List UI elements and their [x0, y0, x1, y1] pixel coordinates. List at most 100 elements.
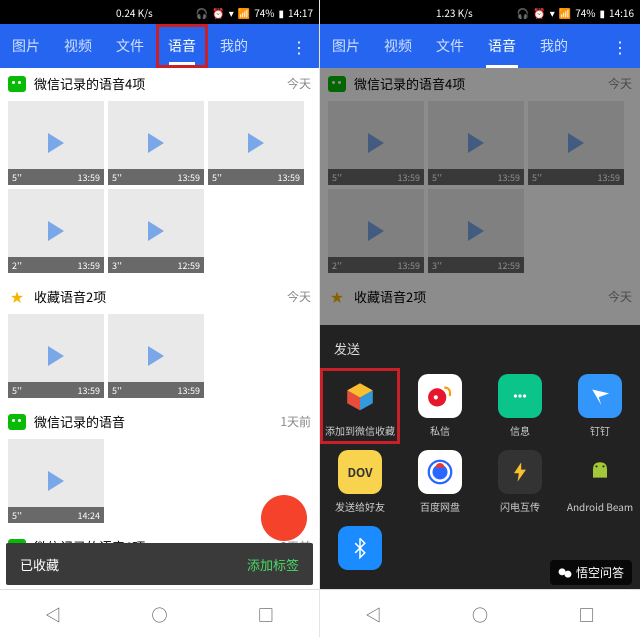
wukong-logo-icon — [558, 566, 572, 580]
nav-home[interactable]: ○ — [472, 602, 488, 626]
weibo-icon — [418, 374, 462, 418]
clock: 14:17 — [288, 5, 313, 20]
share-target[interactable] — [320, 520, 400, 581]
share-sheet: 发送 添加到微信收藏 私信 信息 钉钉 DOV发送给好友百度网盘 闪电互传 Android … — [320, 325, 640, 589]
section-header[interactable]: 微信记录的语音4项今天 — [0, 68, 319, 99]
share-target[interactable]: 百度网盘 — [400, 444, 480, 520]
clock: 14:16 — [609, 5, 634, 20]
tab-file[interactable]: 文件 — [424, 24, 476, 68]
section-date: 今天 — [287, 75, 311, 92]
wechat-icon — [8, 414, 26, 430]
share-target[interactable]: 闪电互传 — [480, 444, 560, 520]
audio-thumb[interactable]: 5'' 13:59 — [8, 101, 104, 185]
thumb-duration: 3'' — [112, 259, 122, 272]
net-speed: 1.23 K/s — [326, 5, 473, 20]
share-target[interactable]: Android Beam — [560, 444, 640, 520]
alarm-icon: ⏰ — [212, 5, 224, 20]
nav-recent[interactable]: □ — [579, 602, 595, 626]
flash-icon — [498, 450, 542, 494]
section-header[interactable]: 微信记录的语音1天前 — [0, 406, 319, 437]
wechat-icon — [8, 76, 26, 92]
audio-thumb[interactable]: 5''13:59 — [108, 314, 204, 398]
tab-video[interactable]: 视频 — [52, 24, 104, 68]
toast-msg: 已收藏 — [20, 555, 59, 574]
audio-thumb[interactable]: 5''13:59 — [208, 101, 304, 185]
thumb-meta: 5''14:24 — [8, 507, 104, 523]
share-target[interactable]: 添加到微信收藏 — [320, 368, 400, 444]
thumb-meta: 5''13:59 — [208, 169, 304, 185]
audio-thumb[interactable]: 5''13:59 — [108, 101, 204, 185]
section-date: 1天前 — [280, 413, 311, 430]
screenshot-right: 1.23 K/s 🎧 ⏰ ▾ 📶 74% ▮ 14:16 图片 视频 文件 语音… — [320, 0, 640, 637]
status-bar: 0.24 K/s 🎧 ⏰ ▾ 📶 74% ▮ 14:17 — [0, 0, 319, 24]
nav-recent[interactable]: □ — [258, 602, 274, 626]
share-target[interactable]: DOV发送给好友 — [320, 444, 400, 520]
screenshot-left: 0.24 K/s 🎧 ⏰ ▾ 📶 74% ▮ 14:17 图片 视频 文件 语音… — [0, 0, 320, 637]
share-label: 添加到微信收藏 — [325, 423, 395, 438]
tab-photo[interactable]: 图片 — [320, 24, 372, 68]
thumb-time: 12:59 — [178, 259, 200, 272]
tab-mine[interactable]: 我的 — [208, 24, 260, 68]
section-header[interactable]: ★收藏语音2项今天 — [0, 281, 319, 312]
nav-back[interactable]: ◁ — [365, 602, 381, 626]
tab-bar: 图片 视频 文件 语音 我的 ⋮ — [0, 24, 319, 68]
share-label: 信息 — [510, 423, 530, 438]
tab-file[interactable]: 文件 — [104, 24, 156, 68]
battery-pct: 74% — [575, 5, 595, 20]
fab-button[interactable] — [261, 495, 307, 541]
audio-thumb[interactable]: 3'' 12:59 — [108, 189, 204, 273]
share-target[interactable]: 钉钉 — [560, 368, 640, 444]
tab-mine[interactable]: 我的 — [528, 24, 580, 68]
thumb-grid: 5''13:595''13:59 — [0, 312, 319, 406]
thumb-duration: 5'' — [12, 384, 22, 397]
status-bar: 1.23 K/s 🎧 ⏰ ▾ 📶 74% ▮ 14:16 — [320, 0, 640, 24]
toast-action[interactable]: 添加标签 — [247, 555, 299, 574]
overflow-menu[interactable]: ⋮ — [279, 34, 319, 58]
section-date: 今天 — [287, 288, 311, 305]
bt-icon — [338, 526, 382, 570]
tab-video[interactable]: 视频 — [372, 24, 424, 68]
baidu-icon — [418, 450, 462, 494]
signal-icon: 📶 — [559, 5, 571, 20]
play-icon — [148, 221, 164, 241]
tab-audio[interactable]: 语音 — [476, 24, 528, 68]
thumb-meta: 3'' 12:59 — [108, 257, 204, 273]
share-label: 百度网盘 — [420, 499, 460, 514]
watermark-text: 悟空问答 — [576, 564, 624, 581]
sheet-grid: 添加到微信收藏 私信 信息 钉钉 DOV发送给好友百度网盘 闪电互传 Android Bea… — [320, 368, 640, 581]
tab-photo[interactable]: 图片 — [0, 24, 52, 68]
cube-icon — [338, 374, 382, 418]
net-speed: 0.24 K/s — [6, 5, 153, 20]
sheet-title: 发送 — [320, 335, 640, 368]
wifi-icon: ▾ — [550, 5, 555, 20]
overflow-menu[interactable]: ⋮ — [600, 34, 640, 58]
audio-thumb[interactable]: 2''13:59 — [8, 189, 104, 273]
share-label: 钉钉 — [590, 423, 610, 438]
thumb-duration: 5'' — [12, 171, 22, 184]
android-icon — [578, 450, 622, 494]
play-icon — [248, 133, 264, 153]
share-target[interactable]: 信息 — [480, 368, 560, 444]
thumb-meta: 2''13:59 — [8, 257, 104, 273]
play-icon — [48, 346, 64, 366]
share-label: 闪电互传 — [500, 499, 540, 514]
wifi-icon: ▾ — [229, 5, 234, 20]
thumb-time: 13:59 — [78, 171, 100, 184]
share-label: 私信 — [430, 423, 450, 438]
thumb-time: 13:59 — [178, 171, 200, 184]
audio-thumb[interactable]: 5''13:59 — [8, 314, 104, 398]
thumb-meta: 5''13:59 — [108, 169, 204, 185]
nav-home[interactable]: ○ — [151, 602, 167, 626]
thumb-duration: 5'' — [112, 384, 122, 397]
share-target[interactable]: 私信 — [400, 368, 480, 444]
audio-thumb[interactable]: 5''14:24 — [8, 439, 104, 523]
tab-bar: 图片 视频 文件 语音 我的 ⋮ — [320, 24, 640, 68]
play-icon — [148, 133, 164, 153]
thumb-duration: 2'' — [12, 259, 22, 272]
tab-audio[interactable]: 语音 — [156, 24, 208, 68]
play-icon — [148, 346, 164, 366]
nav-back[interactable]: ◁ — [45, 602, 61, 626]
play-icon — [48, 133, 64, 153]
alarm-icon: ⏰ — [533, 5, 545, 20]
battery-icon: ▮ — [600, 5, 606, 20]
